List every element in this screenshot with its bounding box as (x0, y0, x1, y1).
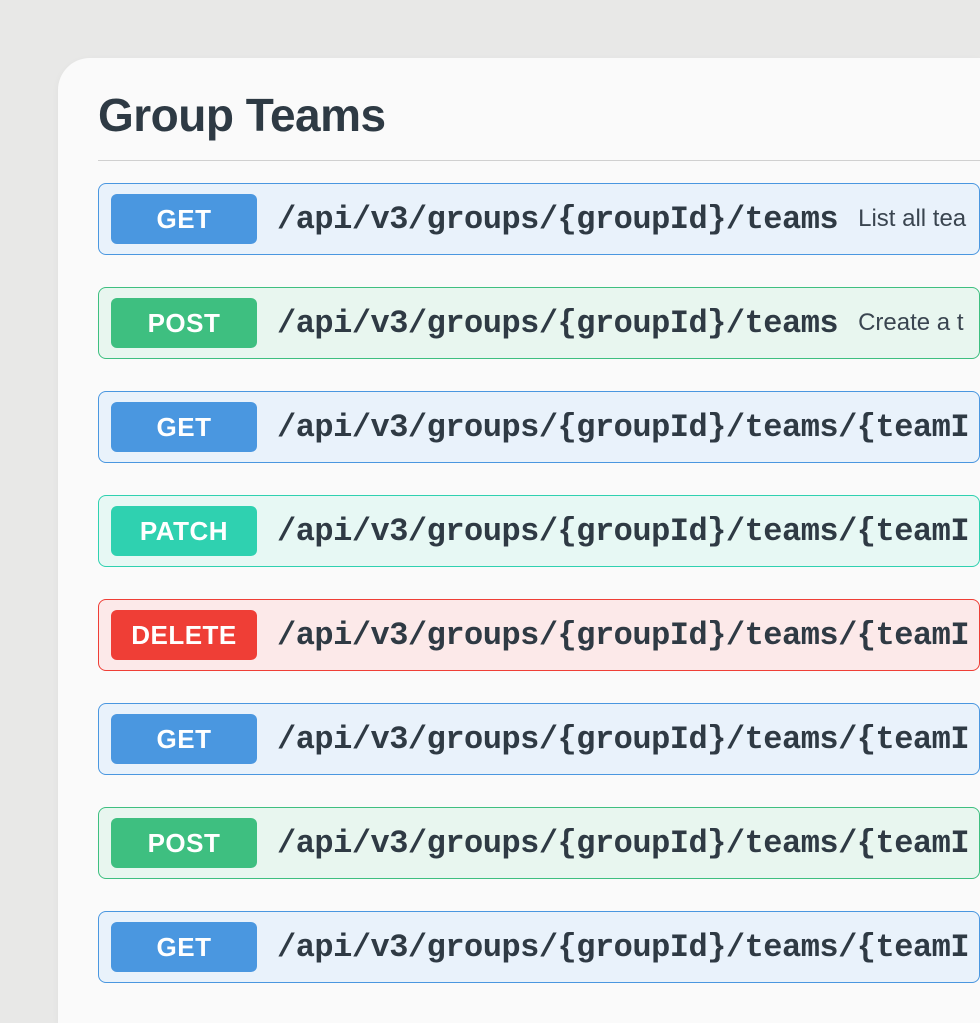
http-method-badge: POST (111, 298, 257, 348)
endpoint-row[interactable]: GET/api/v3/groups/{groupId}/teams List al… (98, 183, 980, 255)
endpoint-row[interactable]: GET/api/v3/groups/{groupId}/teams/{teamI (98, 391, 980, 463)
endpoint-list: GET/api/v3/groups/{groupId}/teams List al… (98, 183, 980, 983)
endpoint-path: /api/v3/groups/{groupId}/teams/{teamI (277, 617, 969, 654)
endpoint-path: /api/v3/groups/{groupId}/teams/{teamI (277, 513, 969, 550)
endpoint-row[interactable]: POST/api/v3/groups/{groupId}/teams Create… (98, 287, 980, 359)
endpoint-path: /api/v3/groups/{groupId}/teams/{teamI (277, 929, 969, 966)
http-method-badge: GET (111, 194, 257, 244)
endpoint-path: /api/v3/groups/{groupId}/teams (277, 305, 838, 342)
endpoint-path: /api/v3/groups/{groupId}/teams (277, 201, 838, 238)
endpoint-path: /api/v3/groups/{groupId}/teams/{teamI (277, 825, 969, 862)
http-method-badge: GET (111, 714, 257, 764)
endpoint-row[interactable]: GET/api/v3/groups/{groupId}/teams/{teamI (98, 911, 980, 983)
endpoint-row[interactable]: GET/api/v3/groups/{groupId}/teams/{teamI (98, 703, 980, 775)
endpoint-path: /api/v3/groups/{groupId}/teams/{teamI (277, 409, 969, 446)
http-method-badge: PATCH (111, 506, 257, 556)
endpoint-description: Create a t (858, 309, 963, 337)
endpoint-row[interactable]: PATCH/api/v3/groups/{groupId}/teams/{tea… (98, 495, 980, 567)
endpoint-path: /api/v3/groups/{groupId}/teams/{teamI (277, 721, 969, 758)
section-title: Group Teams (98, 88, 980, 161)
http-method-badge: GET (111, 402, 257, 452)
endpoint-description: List all tea (858, 205, 966, 233)
http-method-badge: GET (111, 922, 257, 972)
endpoint-row[interactable]: DELETE/api/v3/groups/{groupId}/teams/{te… (98, 599, 980, 671)
http-method-badge: POST (111, 818, 257, 868)
api-section-card: Group Teams GET/api/v3/groups/{groupId}/… (58, 58, 980, 1023)
http-method-badge: DELETE (111, 610, 257, 660)
endpoint-row[interactable]: POST/api/v3/groups/{groupId}/teams/{team… (98, 807, 980, 879)
